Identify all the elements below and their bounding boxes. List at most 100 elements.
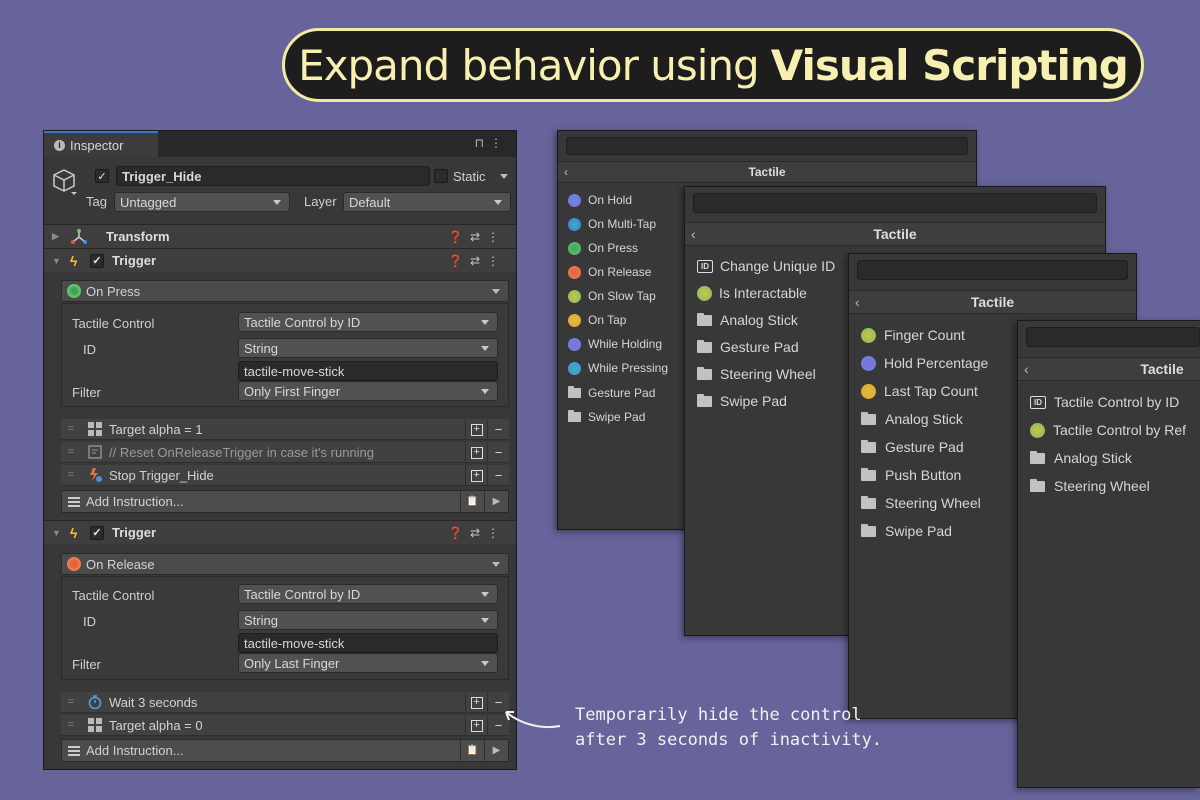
object-name-field[interactable]: Trigger_Hide bbox=[116, 166, 430, 186]
help-icon[interactable]: ❓ bbox=[448, 526, 470, 540]
menu-item[interactable]: Steering Wheel bbox=[697, 366, 816, 382]
presets-icon[interactable]: ⇄ bbox=[470, 526, 487, 540]
back-arrow-icon[interactable]: ‹ bbox=[564, 165, 568, 179]
transform-header[interactable]: ▶ Transform ❓⇄⋮ bbox=[44, 224, 516, 248]
back-arrow-icon[interactable]: ‹ bbox=[1024, 361, 1029, 377]
menu-item[interactable]: Analog Stick bbox=[861, 411, 963, 427]
search-input[interactable] bbox=[566, 137, 968, 155]
menu-item[interactable]: While Holding bbox=[568, 337, 662, 351]
insert-button[interactable]: + bbox=[465, 692, 487, 713]
clipboard-icon[interactable]: 📋 bbox=[460, 740, 484, 761]
event-dropdown[interactable]: On Release bbox=[61, 553, 509, 575]
menu-item[interactable]: Swipe Pad bbox=[697, 393, 787, 409]
search-input[interactable] bbox=[693, 193, 1097, 213]
tactile-control-dropdown[interactable]: Tactile Control by ID bbox=[238, 312, 498, 332]
kebab-menu-icon[interactable]: ⋮ bbox=[487, 254, 506, 268]
insert-button[interactable]: + bbox=[465, 419, 487, 440]
trigger-enabled-checkbox[interactable]: ✓ bbox=[90, 525, 104, 540]
tab-options[interactable]: ⊓⋮ bbox=[475, 136, 508, 150]
menu-item[interactable]: On Hold bbox=[568, 193, 632, 207]
id-type-dropdown[interactable]: String bbox=[238, 338, 498, 358]
menu-item[interactable]: While Pressing bbox=[568, 361, 668, 375]
expanded-arrow-icon[interactable]: ▼ bbox=[52, 256, 66, 266]
play-icon[interactable]: ▶ bbox=[484, 491, 508, 512]
menu-item[interactable]: Finger Count bbox=[861, 327, 965, 343]
menu-item[interactable]: ID Tactile Control by ID bbox=[1030, 394, 1179, 410]
menu-item[interactable]: Last Tap Count bbox=[861, 383, 978, 399]
instruction-row[interactable]: = Target alpha = 1 + − bbox=[61, 419, 509, 440]
layer-dropdown[interactable]: Default bbox=[343, 192, 511, 212]
drag-handle-icon[interactable]: = bbox=[61, 696, 81, 708]
menu-item[interactable]: Steering Wheel bbox=[861, 495, 981, 511]
menu-item[interactable]: Analog Stick bbox=[697, 312, 798, 328]
insert-button[interactable]: + bbox=[465, 715, 487, 736]
tactile-control-dropdown[interactable]: Tactile Control by ID bbox=[238, 584, 498, 604]
menu-item[interactable]: Steering Wheel bbox=[1030, 478, 1150, 494]
id-input[interactable]: tactile-move-stick bbox=[238, 633, 498, 653]
add-instruction-button[interactable]: Add Instruction... 📋 ▶ bbox=[61, 490, 509, 513]
back-arrow-icon[interactable]: ‹ bbox=[855, 294, 860, 310]
instruction-row[interactable]: = // Reset OnReleaseTrigger in case it's… bbox=[61, 442, 509, 463]
lock-icon[interactable]: ⊓ bbox=[475, 136, 490, 150]
static-dropdown-icon[interactable] bbox=[500, 174, 508, 179]
component-header-icons[interactable]: ❓⇄⋮ bbox=[448, 526, 506, 540]
help-icon[interactable]: ❓ bbox=[448, 230, 470, 244]
drag-handle-icon[interactable]: = bbox=[61, 423, 81, 435]
help-icon[interactable]: ❓ bbox=[448, 254, 470, 268]
insert-button[interactable]: + bbox=[465, 442, 487, 463]
tab-inspector[interactable]: i Inspector bbox=[44, 131, 158, 157]
kebab-menu-icon[interactable]: ⋮ bbox=[490, 136, 508, 150]
drag-handle-icon[interactable]: = bbox=[61, 719, 81, 731]
remove-button[interactable]: − bbox=[487, 419, 509, 440]
menu-item[interactable]: On Release bbox=[568, 265, 651, 279]
expanded-arrow-icon[interactable]: ▼ bbox=[52, 528, 66, 538]
clipboard-icon[interactable]: 📋 bbox=[460, 491, 484, 512]
id-input[interactable]: tactile-move-stick bbox=[238, 361, 498, 381]
menu-item[interactable]: On Tap bbox=[568, 313, 626, 327]
static-checkbox[interactable] bbox=[434, 169, 448, 183]
event-dropdown[interactable]: On Press bbox=[61, 280, 509, 302]
instruction-row[interactable]: = Wait 3 seconds + − bbox=[61, 692, 509, 713]
drag-handle-icon[interactable]: = bbox=[61, 446, 81, 458]
play-icon[interactable]: ▶ bbox=[484, 740, 508, 761]
instruction-buttons[interactable]: + − bbox=[465, 419, 509, 440]
instruction-row[interactable]: = Stop Trigger_Hide + − bbox=[61, 465, 509, 486]
menu-item[interactable]: Tactile Control by Ref bbox=[1030, 422, 1186, 438]
filter-dropdown[interactable]: Only Last Finger bbox=[238, 653, 498, 673]
component-header-icons[interactable]: ❓⇄⋮ bbox=[448, 230, 506, 244]
id-type-dropdown[interactable]: String bbox=[238, 610, 498, 630]
remove-button[interactable]: − bbox=[487, 442, 509, 463]
trigger-header[interactable]: ▼ ϟ ✓ Trigger ❓⇄⋮ bbox=[44, 520, 516, 544]
trigger-header[interactable]: ▼ ϟ ✓ Trigger ❓⇄⋮ bbox=[44, 248, 516, 272]
search-input[interactable] bbox=[1026, 327, 1200, 347]
add-instruction-button[interactable]: Add Instruction... 📋 ▶ bbox=[61, 739, 509, 762]
trigger-enabled-checkbox[interactable]: ✓ bbox=[90, 253, 104, 268]
menu-item[interactable]: Swipe Pad bbox=[861, 523, 952, 539]
back-arrow-icon[interactable]: ‹ bbox=[691, 226, 696, 242]
active-checkbox[interactable]: ✓ bbox=[95, 169, 109, 183]
drag-handle-icon[interactable]: = bbox=[61, 469, 81, 481]
menu-item[interactable]: Gesture Pad bbox=[568, 386, 655, 400]
presets-icon[interactable]: ⇄ bbox=[470, 230, 487, 244]
menu-item[interactable]: Push Button bbox=[861, 467, 961, 483]
instruction-buttons[interactable]: + − bbox=[465, 465, 509, 486]
search-input[interactable] bbox=[857, 260, 1128, 280]
menu-item[interactable]: On Press bbox=[568, 241, 638, 255]
component-header-icons[interactable]: ❓⇄⋮ bbox=[448, 254, 506, 268]
kebab-menu-icon[interactable]: ⋮ bbox=[487, 526, 506, 540]
presets-icon[interactable]: ⇄ bbox=[470, 254, 487, 268]
insert-button[interactable]: + bbox=[465, 465, 487, 486]
menu-item[interactable]: On Multi-Tap bbox=[568, 217, 656, 231]
kebab-menu-icon[interactable]: ⋮ bbox=[487, 230, 506, 244]
instruction-row[interactable]: = Target alpha = 0 + − bbox=[61, 715, 509, 736]
menu-item[interactable]: Swipe Pad bbox=[568, 410, 645, 424]
tag-dropdown[interactable]: Untagged bbox=[114, 192, 290, 212]
collapsed-arrow-icon[interactable]: ▶ bbox=[52, 231, 66, 242]
menu-item[interactable]: On Slow Tap bbox=[568, 289, 656, 303]
instruction-buttons[interactable]: + − bbox=[465, 442, 509, 463]
menu-item[interactable]: ID Change Unique ID bbox=[697, 258, 835, 274]
menu-item[interactable]: Hold Percentage bbox=[861, 355, 988, 371]
menu-item[interactable]: Is Interactable bbox=[697, 285, 807, 301]
menu-item[interactable]: Gesture Pad bbox=[861, 439, 964, 455]
filter-dropdown[interactable]: Only First Finger bbox=[238, 381, 498, 401]
